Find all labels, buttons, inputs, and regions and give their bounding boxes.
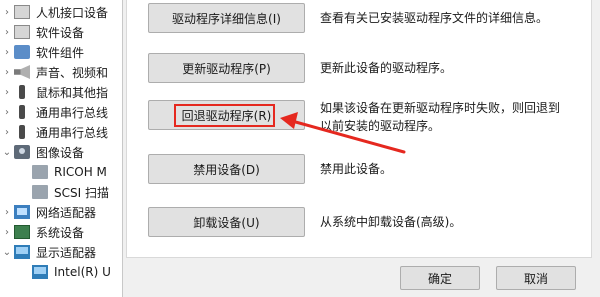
tree-item-label: 软件组件	[36, 45, 85, 60]
tree-item-label: 人机接口设备	[36, 5, 109, 20]
driver-details-button[interactable]: 驱动程序详细信息(I)	[148, 3, 305, 33]
tree-item-label: 通用串行总线	[36, 105, 109, 120]
chevron-right-icon[interactable]: ›	[0, 81, 14, 103]
update-driver-button[interactable]: 更新驱动程序(P)	[148, 53, 305, 83]
printer-icon	[32, 165, 48, 179]
tree-item-sound-video[interactable]: › 声音、视频和	[0, 61, 122, 83]
roll-back-driver-description-line2: 以前安装的驱动程序。	[320, 119, 441, 133]
tree-item-label: RICOH M	[54, 165, 107, 179]
hid-icon	[14, 5, 30, 19]
usb-icon	[19, 125, 25, 139]
chevron-down-icon[interactable]: ⌄	[0, 241, 14, 263]
roll-back-driver-description-line1: 如果该设备在更新驱动程序时失败，则回退到	[320, 101, 561, 115]
tree-item-label: 鼠标和其他指	[36, 85, 109, 100]
scanner-icon	[32, 185, 48, 199]
chevron-right-icon[interactable]: ›	[0, 221, 14, 243]
network-adapter-icon	[14, 205, 30, 219]
tree-item-label: 声音、视频和	[36, 65, 109, 80]
software-component-icon	[14, 45, 30, 59]
tree-item-label: 显示适配器	[36, 245, 97, 260]
tree-item-imaging-devices[interactable]: ⌄ 图像设备	[0, 141, 122, 163]
display-adapter-icon	[14, 245, 30, 259]
display-adapter-icon	[32, 265, 48, 279]
ok-button[interactable]: 确定	[400, 266, 480, 290]
tree-item-label: SCSI 扫描	[54, 185, 109, 200]
tree-item-system-devices[interactable]: › 系统设备	[0, 221, 122, 243]
tree-item-software-devices[interactable]: › 软件设备	[0, 21, 122, 43]
chevron-right-icon[interactable]: ›	[0, 21, 14, 43]
tree-item-ricoh[interactable]: RICOH M	[32, 161, 122, 183]
tree-item-usb-2[interactable]: › 通用串行总线	[0, 121, 122, 143]
tree-item-intel-display[interactable]: Intel(R) U	[32, 261, 122, 283]
camera-icon	[14, 145, 30, 159]
roll-back-driver-button[interactable]: 回退驱动程序(R)	[148, 100, 305, 130]
software-device-icon	[14, 25, 30, 39]
device-tree: › 人机接口设备 › 软件设备 › 软件组件 › 声音、视频和 › 鼠标和其他指…	[0, 0, 122, 297]
tree-item-label: 网络适配器	[36, 205, 97, 220]
tree-item-software-components[interactable]: › 软件组件	[0, 41, 122, 63]
tree-item-label: Intel(R) U	[54, 265, 111, 279]
tree-item-label: 软件设备	[36, 25, 85, 40]
uninstall-device-button[interactable]: 卸载设备(U)	[148, 207, 305, 237]
tree-item-scsi-scanner[interactable]: SCSI 扫描	[32, 181, 122, 203]
driver-properties-dialog	[122, 0, 600, 297]
chevron-right-icon[interactable]: ›	[0, 121, 14, 143]
disable-device-description: 禁用此设备。	[320, 162, 393, 176]
tree-item-hid[interactable]: › 人机接口设备	[0, 1, 122, 23]
chevron-right-icon[interactable]: ›	[0, 201, 14, 223]
update-driver-description: 更新此设备的驱动程序。	[320, 61, 453, 75]
tree-item-label: 图像设备	[36, 145, 85, 160]
mouse-icon	[19, 85, 25, 99]
chevron-right-icon[interactable]: ›	[0, 1, 14, 23]
cancel-button[interactable]: 取消	[496, 266, 576, 290]
disable-device-button[interactable]: 禁用设备(D)	[148, 154, 305, 184]
chevron-down-icon[interactable]: ⌄	[0, 141, 14, 163]
tree-item-mice[interactable]: › 鼠标和其他指	[0, 81, 122, 103]
speaker-icon	[14, 65, 30, 79]
tree-item-label: 系统设备	[36, 225, 85, 240]
uninstall-device-description: 从系统中卸载设备(高级)。	[320, 215, 462, 229]
system-device-icon	[14, 225, 30, 239]
tree-item-usb-1[interactable]: › 通用串行总线	[0, 101, 122, 123]
chevron-right-icon[interactable]: ›	[0, 101, 14, 123]
driver-details-description: 查看有关已安装驱动程序文件的详细信息。	[320, 11, 549, 25]
chevron-right-icon[interactable]: ›	[0, 61, 14, 83]
tree-item-network-adapters[interactable]: › 网络适配器	[0, 201, 122, 223]
usb-icon	[19, 105, 25, 119]
tree-item-display-adapters[interactable]: ⌄ 显示适配器	[0, 241, 122, 263]
chevron-right-icon[interactable]: ›	[0, 41, 14, 63]
tree-item-label: 通用串行总线	[36, 125, 109, 140]
